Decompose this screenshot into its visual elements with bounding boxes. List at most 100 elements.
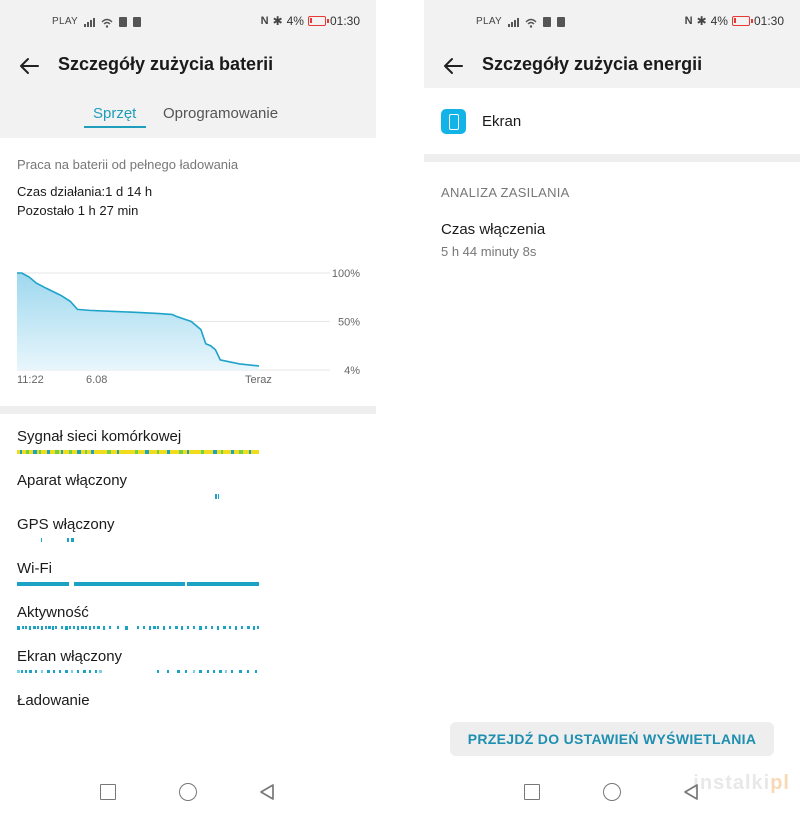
activity-segment — [199, 670, 202, 673]
activity-segment — [109, 626, 111, 629]
tab-bar: Sprzęt Oprogramowanie — [0, 88, 376, 138]
recent-apps-button[interactable] — [524, 784, 540, 800]
activity-segment — [215, 494, 217, 499]
activity-segment — [89, 626, 91, 630]
activity-segment — [221, 450, 223, 454]
activity-segment — [185, 670, 187, 673]
activity-segment — [20, 450, 22, 454]
activity-segment — [253, 626, 255, 630]
display-settings-button[interactable]: PRZEJDŹ DO USTAWIEŃ WYŚWIETLANIA — [450, 722, 774, 756]
activity-label: GPS włączony — [17, 516, 115, 533]
activity-segment — [255, 670, 257, 673]
signal-icon — [508, 17, 520, 27]
activity-segment — [229, 626, 231, 629]
status-bar: PLAY N ✱ 4% 01:30 — [0, 0, 376, 44]
activity-segment — [257, 626, 259, 629]
activity-row: Sygnał sieci komórkowej — [17, 428, 267, 454]
activity-segment — [65, 670, 68, 673]
home-button[interactable] — [179, 783, 197, 801]
activity-segment — [231, 670, 233, 673]
battery-percent: 4% — [710, 14, 728, 28]
activity-segment — [21, 670, 23, 673]
wifi-icon — [101, 17, 113, 28]
activity-segment — [29, 670, 32, 673]
activity-row: Aparat włączony — [17, 472, 267, 499]
activity-segment — [41, 538, 42, 542]
status-right: N ✱ 4% 01:30 — [685, 14, 784, 28]
activity-segment — [69, 450, 72, 454]
activity-segment — [125, 626, 128, 630]
battery-level-chart: 100% 50% 4% 11:22 6.08 Teraz — [17, 268, 360, 386]
nfc-icon: N — [684, 15, 693, 27]
battery-usage-screen: PLAY N ✱ 4% 01:30 Szczegóły zużycia bate… — [0, 0, 376, 815]
activity-segment — [218, 494, 219, 499]
activity-timeline-bar — [17, 582, 259, 586]
activity-segment — [157, 450, 159, 454]
activity-segment — [145, 450, 149, 454]
activity-segment — [213, 670, 215, 673]
activity-segment — [17, 626, 20, 630]
activity-timeline-bar — [17, 714, 259, 718]
activity-segment — [26, 450, 29, 454]
carrier-label: PLAY — [476, 16, 503, 27]
activity-segment — [77, 670, 79, 673]
activity-segment — [211, 626, 213, 629]
activity-segment — [99, 670, 102, 673]
activity-segment — [55, 626, 57, 629]
activity-segment — [93, 626, 95, 629]
facebook-icon — [133, 16, 142, 27]
app-header: Szczegóły zużycia baterii — [0, 44, 376, 88]
status-bar: PLAY N ✱ 4% 01:30 — [424, 0, 800, 44]
activity-segment — [207, 670, 209, 673]
home-button[interactable] — [603, 783, 621, 801]
remaining-text: Pozostało 1 h 27 min — [17, 203, 139, 218]
back-arrow-icon[interactable] — [440, 52, 468, 80]
activity-segment — [153, 626, 156, 629]
activity-segment — [81, 626, 84, 629]
wifi-icon — [525, 17, 537, 28]
battery-saver-icon — [119, 16, 128, 27]
activity-label: Aparat włączony — [17, 472, 128, 489]
clock: 01:30 — [329, 14, 360, 28]
on-time-label: Czas włączenia — [441, 221, 546, 238]
section-divider — [424, 154, 800, 162]
x-tick-label: 11:22 — [17, 374, 44, 386]
active-tab-indicator — [84, 126, 146, 128]
activity-segment — [247, 670, 249, 673]
activity-segment — [77, 626, 79, 630]
activity-segment — [25, 626, 27, 629]
activity-segment — [73, 626, 75, 629]
tab-hardware[interactable]: Sprzęt — [93, 105, 136, 122]
navigation-bar — [0, 770, 376, 815]
x-tick-label: Teraz — [245, 374, 272, 386]
back-arrow-icon[interactable] — [16, 52, 44, 80]
activity-segment — [53, 670, 55, 673]
page-title: Szczegóły zużycia energii — [482, 54, 703, 74]
activity-segment — [107, 450, 111, 454]
clock: 01:30 — [753, 14, 784, 28]
battery-icon — [307, 16, 329, 26]
tab-software[interactable]: Oprogramowanie — [163, 105, 278, 122]
activity-segment — [39, 450, 41, 454]
activity-timeline-bar — [17, 450, 259, 454]
activity-segment — [47, 450, 50, 454]
activity-segment — [61, 626, 63, 629]
activity-segment — [213, 450, 217, 454]
activity-segment — [91, 450, 94, 454]
activity-segment — [157, 670, 159, 673]
activity-segment — [71, 670, 73, 673]
activity-segment — [22, 626, 24, 629]
battery-subtitle: Praca na baterii od pełnego ładowania — [17, 157, 239, 172]
activity-row: GPS włączony — [17, 516, 267, 542]
recent-apps-button[interactable] — [100, 784, 116, 800]
activity-segment — [17, 582, 69, 586]
page-title: Szczegóły zużycia baterii — [58, 54, 274, 74]
back-triangle-icon[interactable] — [682, 783, 700, 801]
bluetooth-icon: ✱ — [696, 14, 707, 28]
activity-row: Aktywność — [17, 604, 267, 630]
back-triangle-icon[interactable] — [258, 783, 276, 801]
status-right: N ✱ 4% 01:30 — [261, 14, 360, 28]
carrier-label: PLAY — [52, 16, 79, 27]
activity-label: Sygnał sieci komórkowej — [17, 428, 182, 445]
activity-segment — [235, 626, 237, 630]
